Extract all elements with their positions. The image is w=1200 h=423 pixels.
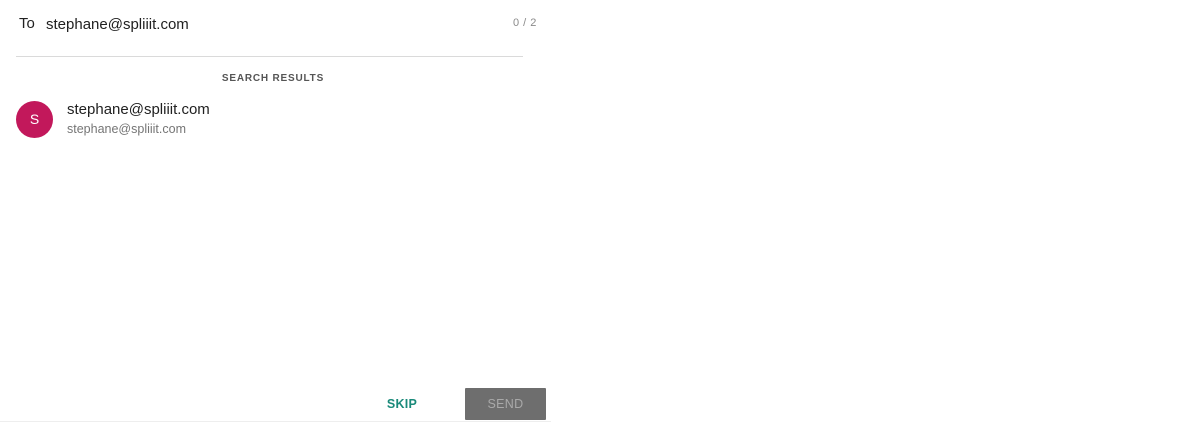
result-primary-text: stephane@spliiit.com — [67, 101, 210, 118]
input-divider — [16, 56, 523, 57]
to-label: To — [19, 15, 35, 32]
bottom-divider — [0, 421, 551, 422]
recipient-row: To 0 / 2 — [0, 0, 551, 48]
recipient-counter: 0 / 2 — [513, 17, 537, 29]
search-result-item[interactable]: S stephane@spliiit.com stephane@spliiit.… — [0, 96, 523, 142]
skip-button[interactable]: SKIP — [373, 388, 431, 420]
avatar: S — [16, 101, 53, 138]
recipient-input[interactable] — [46, 13, 486, 35]
search-results-heading: SEARCH RESULTS — [221, 73, 325, 84]
result-secondary-text: stephane@spliiit.com — [67, 122, 186, 136]
invite-dialog: To 0 / 2 SEARCH RESULTS S stephane@splii… — [0, 0, 551, 423]
send-button[interactable]: SEND — [465, 388, 546, 420]
